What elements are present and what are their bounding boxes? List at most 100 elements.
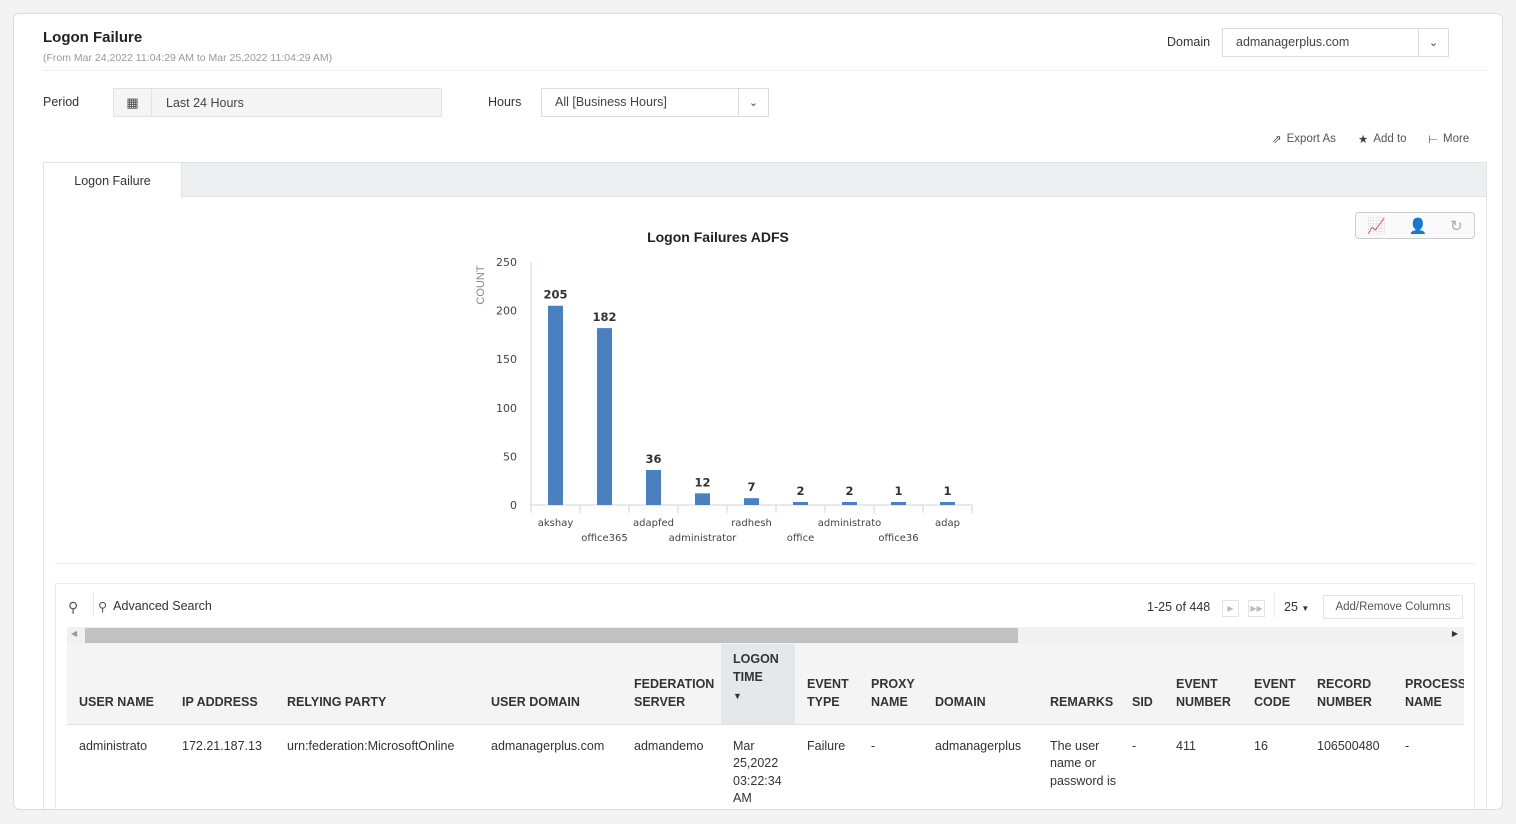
data-label: 2 (845, 484, 853, 498)
column-header[interactable]: USER NAME (67, 644, 170, 724)
divider (55, 563, 1475, 564)
column-header[interactable]: EVENT TYPE (795, 644, 859, 724)
bar (646, 470, 661, 505)
column-header[interactable]: PROXY NAME (859, 644, 923, 724)
table-cell: administrato (79, 738, 148, 753)
add-to-button[interactable]: ★ Add to (1358, 132, 1407, 146)
column-header[interactable]: PROCESS NAME (1393, 644, 1464, 724)
y-tick-label: 0 (510, 499, 517, 512)
tab-bar (44, 163, 1486, 197)
data-label: 2 (796, 484, 804, 498)
y-tick-label: 250 (496, 256, 517, 269)
bar (597, 328, 612, 505)
table-cell: 172.21.187.13 (182, 738, 262, 753)
column-label: IP ADDRESS (182, 694, 258, 709)
table-cell: The user name or password is (1050, 738, 1116, 788)
column-header[interactable]: RELYING PARTY (275, 644, 479, 724)
search-icon[interactable]: ⚲ (68, 599, 78, 616)
star-icon: ★ (1358, 134, 1369, 146)
add-remove-columns-button[interactable]: Add/Remove Columns (1323, 595, 1463, 619)
bar (891, 502, 906, 505)
advanced-search-button[interactable]: ⚲ Advanced Search (98, 599, 212, 614)
period-label: Period (43, 95, 80, 109)
pagination-info: 1-25 of 448 (1147, 600, 1211, 614)
column-label: FEDERATION SERVER (634, 676, 715, 709)
table-cell: 16 (1254, 738, 1268, 753)
hours-select[interactable]: All [Business Hours] ⌄ (541, 88, 769, 117)
date-range: (From Mar 24,2022 11:04:29 AM to Mar 25,… (43, 52, 333, 64)
more-button[interactable]: ⊢ More (1428, 132, 1469, 146)
column-label: RELYING PARTY (287, 694, 387, 709)
x-tick-label: administrato (818, 518, 882, 529)
last-page-button[interactable]: ▶▶ (1248, 600, 1265, 617)
bar (695, 493, 710, 505)
more-icon: ⊢ (1428, 134, 1439, 146)
data-label: 1 (943, 484, 951, 498)
add-to-label: Add to (1373, 133, 1407, 145)
data-label: 12 (694, 475, 710, 489)
y-tick-label: 50 (503, 450, 517, 463)
scroll-left-icon[interactable]: ◀ (71, 629, 77, 638)
column-header[interactable]: REMARKS (1038, 644, 1120, 724)
table-row[interactable]: administrato 172.21.187.13 urn:federation:… (67, 724, 1464, 808)
y-tick-label: 150 (496, 353, 517, 366)
x-tick-label: adapfed (633, 518, 674, 529)
x-tick-label: administrator (669, 533, 738, 543)
column-header[interactable]: RECORD NUMBER (1305, 644, 1393, 724)
next-page-button[interactable]: ▶ (1222, 600, 1239, 617)
table-cell: 411 (1176, 738, 1196, 753)
advanced-search-icon: ⚲ (98, 600, 108, 614)
x-tick-label: office365 (581, 533, 628, 543)
table-cell: admanagerplus (935, 738, 1022, 753)
page-title: Logon Failure (43, 29, 143, 46)
x-tick-label: adap (935, 518, 960, 529)
column-label: USER NAME (79, 694, 155, 709)
more-label: More (1443, 133, 1470, 145)
column-header[interactable]: DOMAIN (923, 644, 1038, 724)
horizontal-scrollbar[interactable]: ◀ ▶ (67, 627, 1464, 644)
column-header[interactable]: IP ADDRESS (170, 644, 275, 724)
table-cell: - (871, 738, 876, 753)
domain-value: admanagerplus.com (1236, 35, 1350, 49)
caret-down-icon: ▼ (1301, 604, 1310, 613)
scroll-right-icon[interactable]: ▶ (1452, 629, 1458, 638)
divider (1274, 592, 1275, 618)
column-label: RECORD NUMBER (1317, 676, 1372, 709)
report-grid: ⚲ ⚲ Advanced Search 1-25 of 448 ▶ ▶▶ 25 ▼… (55, 583, 1475, 809)
period-value: Last 24 Hours (166, 96, 244, 110)
column-label: EVENT CODE (1254, 676, 1296, 709)
report-panel: Logon Failure 📈 👤 ↻ Logon Failures ADFS C… (43, 162, 1487, 809)
bar (842, 502, 857, 505)
x-tick-label: akshay (538, 518, 574, 529)
table-cell: - (1405, 738, 1410, 753)
grid-table-wrap: USER NAME IP ADDRESS RELYING PARTY USER DOM… (67, 644, 1464, 809)
column-label: PROXY NAME (871, 676, 915, 709)
domain-label: Domain (1167, 35, 1211, 49)
table-header-row: USER NAME IP ADDRESS RELYING PARTY USER DOM… (67, 644, 1464, 724)
y-tick-label: 100 (496, 402, 517, 415)
column-header[interactable]: USER DOMAIN (479, 644, 622, 724)
column-header[interactable]: EVENT CODE (1242, 644, 1305, 724)
export-icon: ⇗ (1272, 134, 1282, 146)
column-header[interactable]: SID (1120, 644, 1164, 724)
tab-logon-failure[interactable]: Logon Failure (44, 163, 182, 198)
calendar-icon: ▦ (114, 89, 152, 116)
column-label: LOGON TIME (733, 651, 779, 684)
data-label: 205 (543, 288, 567, 302)
domain-select[interactable]: admanagerplus.com ⌄ (1222, 28, 1449, 57)
export-as-button[interactable]: ⇗ Export As (1272, 132, 1336, 146)
table-cell: Mar 25,2022 03:22:34 AM (733, 738, 782, 806)
x-tick-label: radhesh (731, 518, 772, 529)
page-size-value: 25 (1284, 600, 1298, 614)
page-size-select[interactable]: 25 ▼ (1284, 600, 1309, 614)
column-header[interactable]: EVENT NUMBER (1164, 644, 1242, 724)
column-header[interactable]: LOGON TIME ▼ (721, 644, 795, 724)
y-tick-label: 200 (496, 305, 517, 318)
column-header[interactable]: FEDERATION SERVER (622, 644, 721, 724)
data-label: 7 (747, 480, 755, 494)
period-select[interactable]: ▦ Last 24 Hours (113, 88, 442, 117)
scrollbar-thumb[interactable] (85, 628, 1018, 643)
bar (940, 502, 955, 505)
chevron-down-icon: ⌄ (1418, 29, 1448, 56)
bar (793, 502, 808, 505)
